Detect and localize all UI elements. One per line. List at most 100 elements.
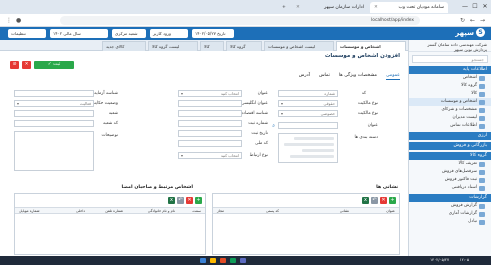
sidebar-item[interactable]: اطلاعات تماس [409,122,491,130]
chrome-icon[interactable] [220,258,226,263]
tab-label: سامانه مودیان تحت وب [398,5,444,10]
tab-close-icon[interactable]: ✕ [296,5,300,10]
folder-icon [479,115,485,121]
status-select[interactable]: ▾ فعالیت [14,100,94,107]
browser-tab[interactable]: ✕ ادارات سازمان سپهر [292,2,368,13]
forward-icon[interactable]: ← [470,17,475,24]
sidebar: شرکت مهندسی داده سامان گستر پردازش نوین … [408,40,491,256]
reg-input[interactable] [178,120,242,127]
start-icon[interactable] [200,258,206,263]
maximize-button[interactable]: ☐ [470,2,480,11]
tab-new-goods[interactable]: کالای جدید [102,41,146,51]
sidebar-item[interactable]: تعریف کالا [409,160,491,168]
excel-icon[interactable]: x [168,197,175,204]
search-icon[interactable]: ⌕ [272,123,275,129]
subtab-contact[interactable]: تماس [319,73,330,80]
cancel-button[interactable]: ⊘ [10,61,19,69]
back-icon[interactable]: → [480,17,485,24]
clock: ۱۲:۰۵ [459,257,469,262]
sidebar-item[interactable]: اسناد دریافتنی [409,184,491,192]
app-icon[interactable] [240,258,246,263]
blurred-text [294,137,334,140]
new-tab-button[interactable]: + [278,2,290,13]
sidebar-item[interactable]: گزارش فروش [409,202,491,210]
logo-text: سپهر [455,28,474,37]
national-code-input[interactable] [178,140,242,147]
sidebar-section[interactable]: گروه کالا [409,152,491,160]
sidebar-item[interactable]: کالا [409,90,491,98]
delete-row-icon[interactable]: ✕ [380,197,387,204]
undo-icon[interactable]: ↶ [177,197,184,204]
sidebar-item[interactable]: اشخاص [409,74,491,82]
tab-persons[interactable]: اشخاص و موسسات [336,41,406,51]
branch-input[interactable] [14,110,94,117]
phone-input[interactable] [14,90,94,97]
sidebar-section-base[interactable]: اطلاعات پایه [409,66,491,74]
status-label: وضعیت حکایت [91,101,118,106]
tab-close-icon[interactable]: ✕ [374,5,378,10]
description-textarea[interactable] [14,131,94,171]
app-icon[interactable] [230,258,236,263]
tab-person-list[interactable]: لیست اشخاص و موسسات [264,41,334,51]
profile-icon[interactable]: ● [16,17,21,24]
subtab-features[interactable]: مشخصات ویژگی ها [339,73,377,80]
tab-goods[interactable]: کالا [200,41,224,51]
ownership-label: نوع مالکیت [357,111,378,116]
undo-icon[interactable]: ↶ [371,197,378,204]
reload-icon[interactable]: ↻ [460,17,465,24]
code-input[interactable]: شماره [278,90,338,97]
signers-grid-title: اشخاص مرتبط و صاحبان امضا [121,185,193,190]
sidebar-search-input[interactable]: جستجو [412,55,488,63]
tags-label: دسته بندی ها [354,135,378,140]
sidebar-item[interactable]: تبادل [409,218,491,226]
subtab-address[interactable]: آدرس [299,73,310,80]
ownership-select[interactable]: ▾ خصوصی [278,110,338,117]
save-button[interactable]: ✓ ثبت [34,61,74,69]
subtab-general[interactable]: عمومی [385,73,400,80]
latin-input[interactable] [178,100,242,107]
sidebar-section[interactable]: ارزی [409,132,491,140]
addresses-grid: + ✕ ↶ x عنوان نشانی کد پستی مجاز [212,193,400,255]
fiscal-year-chip[interactable]: سال مالی ۱۴۰۲ [50,29,108,38]
browser-tab-strip: — ☐ ✕ ✕ سامانه مودیان تحت وب ✕ ادارات سا… [0,0,491,14]
person-type-select[interactable]: ▾ حقوقی [278,100,338,107]
sidebar-item[interactable]: ثبت فاکتور فروش [409,176,491,184]
page-tabs: اشخاص و موسسات لیست اشخاص و موسسات گروه … [0,40,408,51]
branch-chip[interactable]: شعبه مرکزی [112,29,146,38]
sidebar-section[interactable]: گزارشات [409,194,491,202]
sidebar-section[interactable]: بازرگانی و فروش [409,142,491,150]
sidebar-item-selected[interactable]: اشخاص و موسسات [409,98,491,106]
birth-date-input[interactable] [178,130,242,137]
sidebar-item[interactable]: گروه کالا [409,82,491,90]
tab-group-list[interactable]: لیست گروه کالا [148,41,198,51]
close-window-button[interactable]: ✕ [480,2,490,11]
user-chip[interactable]: ورود کاربر [150,29,188,38]
browser-tab-active[interactable]: ✕ سامانه مودیان تحت وب [370,2,448,13]
relation-type-select[interactable]: ▾ انتخاب کنید [178,152,242,159]
add-icon[interactable]: + [195,197,202,204]
nationality-label: نوع ارتباط [249,153,268,158]
tab-label: ادارات سازمان سپهر [324,5,364,10]
add-icon[interactable]: + [389,197,396,204]
name-select[interactable]: ▾ انتخاب کنید [178,90,242,97]
logo-icon: S [476,28,485,37]
minimize-button[interactable]: — [460,2,470,11]
sidebar-item[interactable]: مشخصات و شرکای [409,106,491,114]
sidebar-item[interactable]: گزارشات آماری [409,210,491,218]
url-input[interactable]: localhost/app/index [60,16,420,25]
title-input[interactable] [278,122,338,129]
delete-button[interactable]: ✕ [22,61,31,69]
economic-input[interactable] [178,110,242,117]
signers-grid: + ✕ ↶ x سمت نام و نام خانوادگی شماره تلف… [14,193,206,255]
browser-menu-icon[interactable]: ⋮ [6,17,12,24]
tags-area[interactable] [278,133,338,163]
excel-icon[interactable]: x [362,197,369,204]
code-label: کد [361,91,366,96]
explorer-icon[interactable] [210,258,216,263]
tab-group[interactable]: گروه کالا [226,41,262,51]
delete-row-icon[interactable]: ✕ [186,197,193,204]
sidebar-item[interactable]: سرفصل‌های فروش [409,168,491,176]
sidebar-item[interactable]: لیست مدیران [409,114,491,122]
settings-chip[interactable]: تنظیمات [8,29,46,38]
branch-code-input[interactable] [14,120,94,127]
